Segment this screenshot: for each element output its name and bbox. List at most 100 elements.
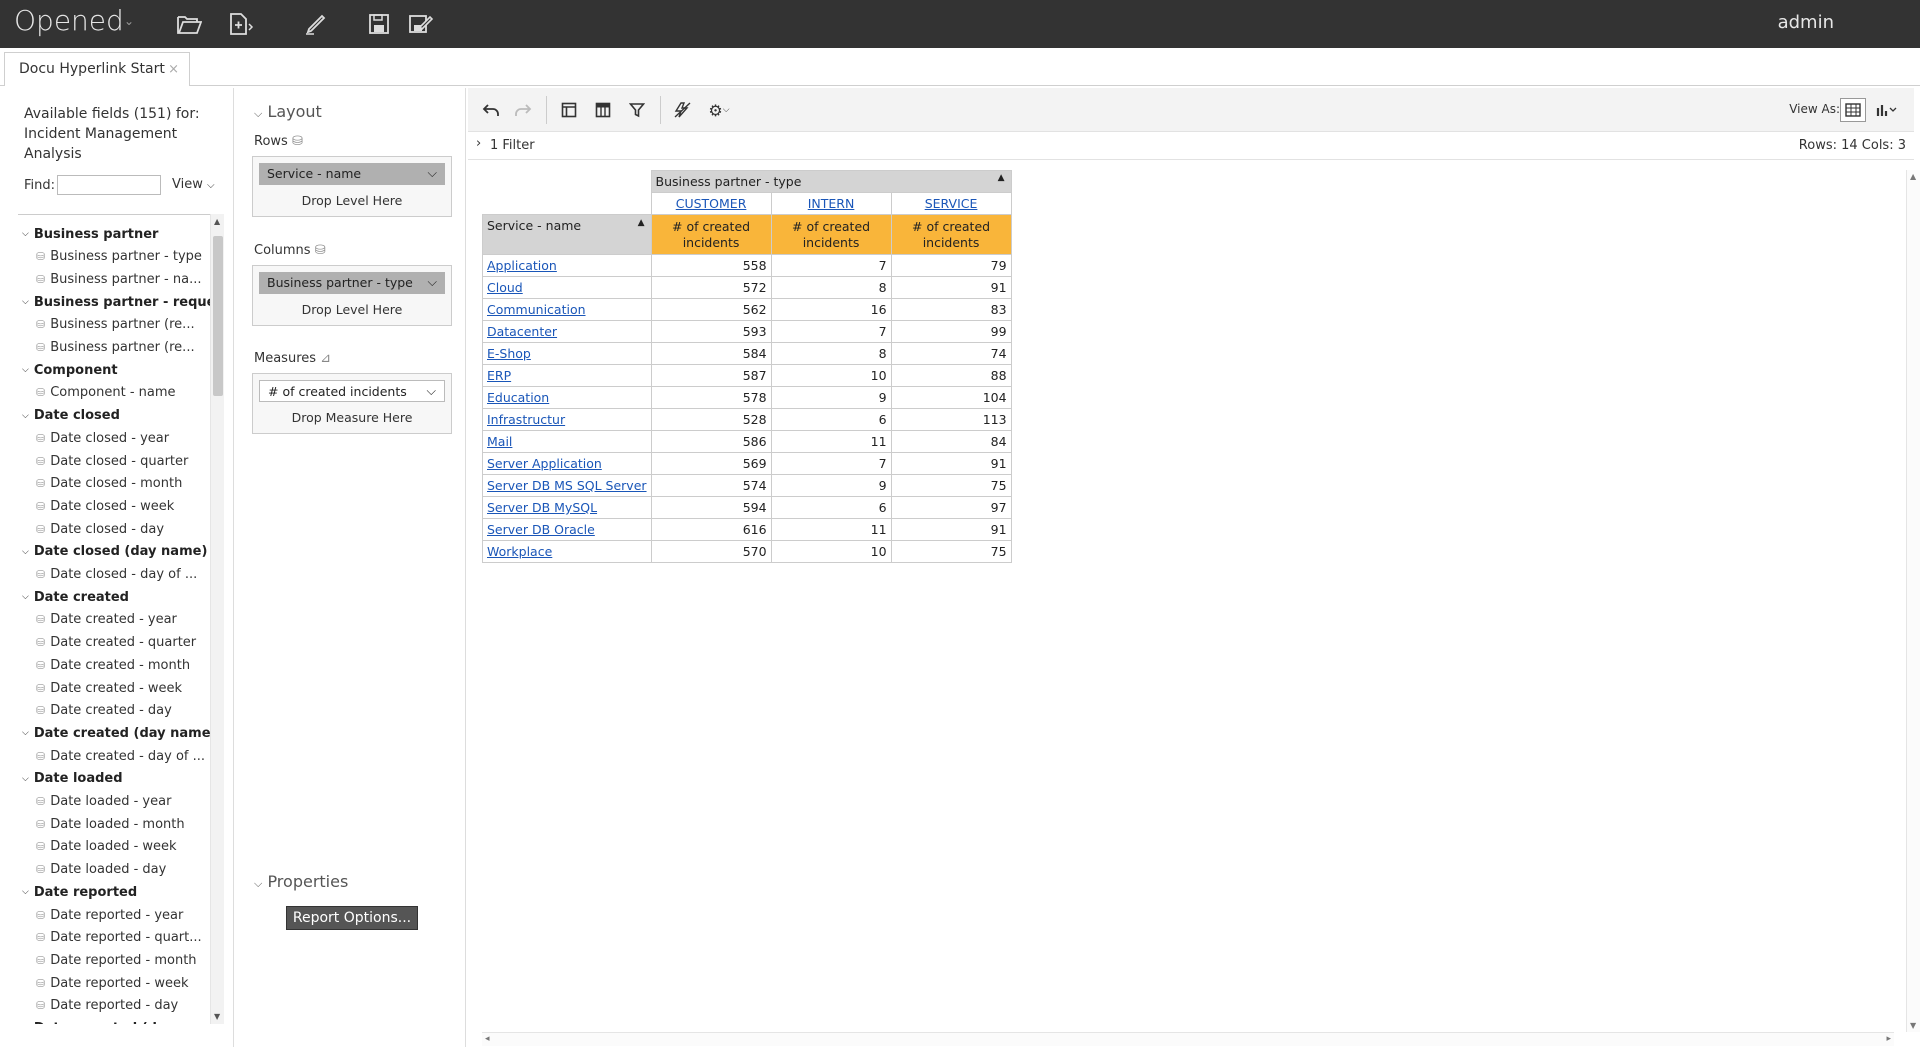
- row-member-link[interactable]: Datacenter: [482, 320, 652, 343]
- value-cell[interactable]: 6: [770, 496, 892, 519]
- tree-field[interactable]: ⛁ Date reported - week: [36, 972, 189, 994]
- tree-field[interactable]: ⛁ Date reported - month: [36, 949, 197, 971]
- value-cell[interactable]: 6: [770, 408, 892, 431]
- tree-group[interactable]: ⌵ Component: [22, 359, 118, 381]
- tree-field[interactable]: ⛁ Date loaded - year: [36, 791, 171, 813]
- tree-field[interactable]: ⛁ Date closed - day: [36, 518, 164, 540]
- chevron-down-icon[interactable]: ⌵: [22, 365, 29, 375]
- properties-section[interactable]: ⌵ Properties: [254, 872, 348, 891]
- grid-horizontal-scrollbar[interactable]: ◂ ▸: [482, 1032, 1894, 1046]
- column-member-header[interactable]: SERVICE: [890, 192, 1012, 215]
- value-cell[interactable]: 8: [770, 342, 892, 365]
- value-cell[interactable]: 558: [650, 254, 772, 277]
- tab-docu-hyperlink-start[interactable]: Docu Hyperlink Start ×: [4, 52, 190, 86]
- row-member-link[interactable]: Server DB Oracle: [482, 518, 652, 541]
- columns-chip[interactable]: Business partner - type ⌵: [259, 272, 445, 294]
- chevron-down-icon[interactable]: ⌵: [427, 383, 436, 399]
- chevron-down-icon[interactable]: ⌵: [22, 229, 29, 239]
- value-cell[interactable]: 10: [770, 540, 892, 563]
- value-cell[interactable]: 562: [650, 298, 772, 321]
- value-cell[interactable]: 99: [890, 320, 1012, 343]
- chevron-down-icon[interactable]: ⌵: [22, 774, 29, 784]
- value-cell[interactable]: 587: [650, 364, 772, 387]
- scroll-up-icon[interactable]: ▲: [1910, 172, 1916, 181]
- tree-field[interactable]: ⛁ Date closed - day of ...: [36, 564, 197, 586]
- tree-field[interactable]: ⛁ Date reported - year: [36, 904, 183, 926]
- chevron-down-icon[interactable]: ⌵: [428, 274, 437, 290]
- value-cell[interactable]: 593: [650, 320, 772, 343]
- value-cell[interactable]: 16: [770, 298, 892, 321]
- tree-group[interactable]: ⌵ Date loaded: [22, 768, 123, 790]
- scroll-right-icon[interactable]: ▸: [1886, 1034, 1891, 1044]
- value-cell[interactable]: 91: [890, 518, 1012, 541]
- tree-field[interactable]: ⛁ Date created - month: [36, 654, 190, 676]
- table-view-icon[interactable]: [1840, 98, 1866, 122]
- tree-field[interactable]: ⛁ Business partner - type: [36, 246, 202, 268]
- tree-field[interactable]: ⛁ Date closed - week: [36, 495, 174, 517]
- edit-pencil-icon[interactable]: [302, 10, 332, 38]
- value-cell[interactable]: 7: [770, 320, 892, 343]
- measures-dropzone[interactable]: # of created incidents ⌵ Drop Measure Her…: [252, 373, 452, 434]
- scroll-down-icon[interactable]: ▼: [214, 1012, 220, 1021]
- new-file-icon[interactable]: [226, 10, 256, 38]
- measure-header[interactable]: # of created incidents: [770, 214, 892, 255]
- value-cell[interactable]: 586: [650, 430, 772, 453]
- columns-dropzone[interactable]: Business partner - type ⌵ Drop Level Here: [252, 265, 452, 326]
- scroll-left-icon[interactable]: ◂: [485, 1034, 490, 1044]
- save-icon[interactable]: [364, 10, 394, 38]
- row-member-link[interactable]: Server DB MS SQL Server: [482, 474, 652, 497]
- column-member-header[interactable]: INTERN: [770, 192, 892, 215]
- chevron-down-icon[interactable]: ⌵: [22, 592, 29, 602]
- save-as-icon[interactable]: [406, 10, 436, 38]
- chevron-down-icon[interactable]: ⌵: [22, 887, 29, 897]
- chevron-down-icon[interactable]: ⌵: [428, 165, 437, 181]
- tree-field[interactable]: ⛁ Date loaded - day: [36, 859, 166, 881]
- chevron-down-icon[interactable]: ⌄: [124, 14, 134, 28]
- row-member-link[interactable]: Server Application: [482, 452, 652, 475]
- tree-field[interactable]: ⛁ Date closed - month: [36, 473, 182, 495]
- layout-section[interactable]: ⌵ Layout: [254, 102, 322, 121]
- row-member-link[interactable]: Application: [482, 254, 652, 277]
- tree-group[interactable]: ⌵ Date reported: [22, 881, 137, 903]
- value-cell[interactable]: 7: [770, 452, 892, 475]
- value-cell[interactable]: 83: [890, 298, 1012, 321]
- tree-group[interactable]: ⌵ Business partner: [22, 223, 158, 245]
- value-cell[interactable]: 616: [650, 518, 772, 541]
- tree-group[interactable]: ⌵ Date closed: [22, 405, 120, 427]
- value-cell[interactable]: 570: [650, 540, 772, 563]
- value-cell[interactable]: 97: [890, 496, 1012, 519]
- open-folder-icon[interactable]: [174, 10, 204, 38]
- rows-dropzone[interactable]: Service - name ⌵ Drop Level Here: [252, 156, 452, 217]
- table-icon[interactable]: [590, 98, 616, 122]
- chevron-down-icon[interactable]: ⌵: [22, 728, 29, 738]
- value-cell[interactable]: 104: [890, 386, 1012, 409]
- sort-icon[interactable]: ▲: [638, 218, 645, 228]
- value-cell[interactable]: 11: [770, 430, 892, 453]
- tree-field[interactable]: ⛁ Date created - week: [36, 677, 182, 699]
- filter-icon[interactable]: [624, 98, 650, 122]
- value-cell[interactable]: 91: [890, 452, 1012, 475]
- rows-chip[interactable]: Service - name ⌵: [259, 163, 445, 185]
- row-field-header[interactable]: Service - name ▲: [482, 214, 652, 255]
- sort-icon[interactable]: ▲: [998, 173, 1005, 183]
- chevron-down-icon[interactable]: ⌵: [22, 547, 29, 557]
- disable-calc-icon[interactable]: [670, 98, 696, 122]
- chevron-down-icon[interactable]: ⌵: [22, 297, 29, 307]
- app-title[interactable]: Opened: [14, 4, 124, 37]
- tree-field[interactable]: ⛁ Date reported - quart...: [36, 927, 202, 949]
- value-cell[interactable]: 9: [770, 474, 892, 497]
- column-field-header[interactable]: Business partner - type ▲: [650, 170, 1012, 193]
- close-icon[interactable]: ×: [168, 62, 179, 77]
- settings-gear-icon[interactable]: ⚙ ⌵: [706, 98, 732, 122]
- view-dropdown[interactable]: View ⌵: [172, 177, 215, 192]
- value-cell[interactable]: 75: [890, 474, 1012, 497]
- tree-field[interactable]: ⛁ Business partner - na...: [36, 268, 201, 290]
- tree-group[interactable]: ⌵ Date reported (day name): [22, 1018, 210, 1024]
- chart-view-icon[interactable]: [1874, 98, 1900, 122]
- row-member-link[interactable]: Infrastructur: [482, 408, 652, 431]
- tree-field[interactable]: ⛁ Date closed - quarter: [36, 450, 188, 472]
- tree-group[interactable]: ⌵ Date created (day name): [22, 722, 210, 744]
- measures-chip[interactable]: # of created incidents ⌵: [259, 380, 445, 402]
- value-cell[interactable]: 594: [650, 496, 772, 519]
- tree-field[interactable]: ⛁ Date reported - day: [36, 995, 178, 1017]
